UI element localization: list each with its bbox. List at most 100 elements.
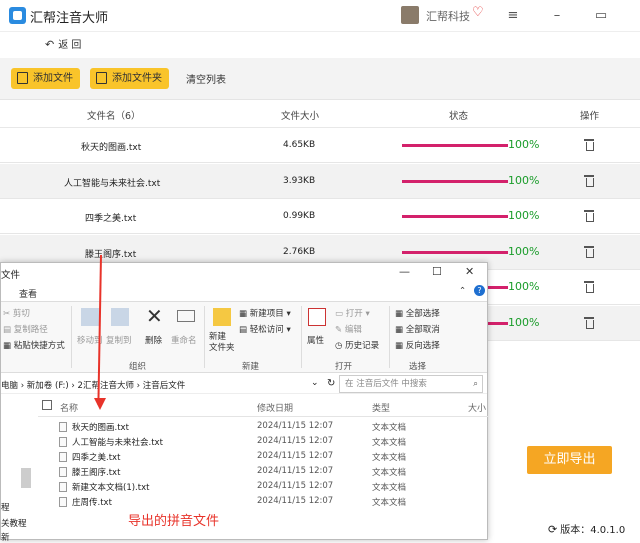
col-size: 文件大小 [281, 111, 320, 122]
tab-view[interactable]: 查看 [19, 287, 37, 300]
user-avatar[interactable] [401, 6, 419, 24]
select-all-button[interactable]: ▦ 全部选择 [395, 307, 440, 319]
scrollbar-thumb[interactable] [21, 468, 31, 488]
col-type[interactable]: 类型 [372, 401, 390, 414]
file-explorer-window: 文件 — ☐ ✕ 查看 ⌃ ? ✂ 剪切 ▤ 复制路径 ▦ 粘贴快捷方式 移动到… [0, 262, 488, 543]
open-button[interactable]: ▭ 打开 ▾ [335, 307, 370, 319]
add-file-button[interactable]: 添加文件 [11, 68, 80, 89]
invert-selection-button[interactable]: ▦ 反向选择 [395, 339, 440, 351]
list-item[interactable]: 人工智能与未来社会.txt 2024/11/15 12:07 文本文档 [38, 435, 488, 450]
app-title-bar: 汇帮注音大师 汇帮科技 ♡ ≡ – ▭ [0, 0, 640, 32]
cut-button[interactable]: ✂ 剪切 [3, 307, 30, 319]
file-size: 4.65KB [283, 140, 316, 150]
minimize-icon[interactable]: — [399, 265, 410, 278]
col-status: 状态 [449, 111, 469, 122]
delete-icon: ✕ [146, 304, 163, 328]
progress-bar [402, 215, 508, 218]
text-file-icon [59, 452, 67, 462]
group-select: 选择 [409, 362, 427, 372]
address-dropdown-icon[interactable]: ⌄ [311, 378, 319, 388]
sidebar-item[interactable]: 关教程 [1, 517, 27, 529]
col-size[interactable]: 大小 [468, 401, 486, 414]
edit-button[interactable]: ✎ 编辑 [335, 323, 362, 335]
table-row[interactable]: 人工智能与未来社会.txt 3.93KB 100% [0, 164, 640, 199]
maximize-icon[interactable]: ▭ [591, 6, 611, 26]
list-item[interactable]: 庄周传.txt 2024/11/15 12:07 文本文档 [38, 495, 488, 510]
export-button[interactable]: 立即导出 [527, 446, 612, 474]
progress-text: 100% [508, 209, 540, 222]
move-to-icon [81, 308, 99, 326]
copy-path-button[interactable]: ▤ 复制路径 [3, 323, 48, 335]
list-item[interactable]: 四季之美.txt 2024/11/15 12:07 文本文档 [38, 450, 488, 465]
new-folder-button[interactable]: 新建 文件夹 [209, 332, 235, 354]
properties-button[interactable]: 属性 [307, 334, 324, 346]
new-item-button[interactable]: ▦ 新建项目 ▾ [239, 307, 291, 319]
list-item[interactable]: 新建文本文档(1).txt 2024/11/15 12:07 文本文档 [38, 480, 488, 495]
trash-icon[interactable] [584, 175, 594, 187]
properties-icon [308, 308, 326, 326]
select-all-checkbox[interactable] [42, 400, 52, 410]
select-none-button[interactable]: ▦ 全部取消 [395, 323, 440, 335]
text-file-icon [59, 497, 67, 507]
trash-icon[interactable] [584, 246, 594, 258]
annotation-arrow-head [94, 398, 106, 410]
col-date[interactable]: 修改日期 [257, 401, 293, 414]
col-action: 操作 [580, 111, 600, 122]
paste-shortcut-button[interactable]: ▦ 粘贴快捷方式 [3, 339, 65, 351]
search-input[interactable]: 在 注音后文件 中搜索 ⌕ [339, 375, 483, 393]
heart-icon[interactable]: ♡ [472, 5, 484, 20]
progress-bar [402, 251, 508, 254]
file-name: 四季之美.txt [85, 214, 137, 224]
file-size: 0.99KB [283, 211, 316, 221]
clear-list-button[interactable]: 清空列表 [186, 71, 226, 86]
list-item[interactable]: 滕王阁序.txt 2024/11/15 12:07 文本文档 [38, 465, 488, 480]
rename-icon [177, 310, 195, 322]
delete-button[interactable]: 删除 [145, 334, 162, 346]
maximize-icon[interactable]: ☐ [432, 265, 442, 278]
trash-icon[interactable] [584, 317, 594, 329]
file-name: 人工智能与未来社会.txt [64, 179, 161, 189]
file-size: 3.93KB [283, 176, 316, 186]
text-file-icon [59, 422, 67, 432]
text-file-icon [59, 467, 67, 477]
close-icon[interactable]: ✕ [465, 265, 474, 278]
progress-text: 100% [508, 280, 540, 293]
col-name: 文件名（6） [87, 111, 141, 122]
explorer-title: 文件 [1, 270, 21, 281]
back-button[interactable]: ↶ 返 回 [45, 36, 81, 54]
app-logo-icon [9, 7, 26, 24]
help-icon[interactable]: ? [474, 285, 485, 296]
progress-bar [402, 144, 508, 147]
minimize-icon[interactable]: – [547, 6, 567, 26]
trash-icon[interactable] [584, 139, 594, 151]
copy-to-button[interactable]: 复制到 [106, 334, 132, 346]
text-file-icon [59, 437, 67, 447]
list-item[interactable]: 秋天的图画.txt 2024/11/15 12:07 文本文档 [38, 420, 488, 435]
menu-icon[interactable]: ≡ [503, 6, 523, 26]
version-info: ⟳ 版本：4.0.1.0 [548, 523, 626, 536]
trash-icon[interactable] [584, 210, 594, 222]
col-name[interactable]: 名称 [60, 401, 78, 414]
sidebar-item[interactable]: 新 [1, 531, 10, 543]
copy-to-icon [111, 308, 129, 326]
collapse-ribbon-icon[interactable]: ⌃ [459, 286, 466, 296]
annotation-text: 导出的拼音文件 [128, 514, 220, 529]
sidebar-item[interactable]: 程 [1, 501, 10, 513]
add-folder-button[interactable]: 添加文件夹 [90, 68, 169, 89]
rename-button[interactable]: 重命名 [171, 334, 197, 346]
group-new: 新建 [242, 362, 260, 372]
file-name: 秋天的图画.txt [81, 143, 142, 153]
file-name: 滕王阁序.txt [85, 250, 137, 260]
easy-access-button[interactable]: ▤ 轻松访问 ▾ [239, 323, 291, 335]
table-row[interactable]: 四季之美.txt 0.99KB 100% [0, 199, 640, 234]
history-button[interactable]: ◷ 历史记录 [335, 339, 379, 351]
brand-name: 汇帮科技 [426, 10, 470, 23]
refresh-icon[interactable]: ↻ [327, 378, 335, 389]
toolbar: 添加文件 添加文件夹 [0, 58, 640, 100]
table-row[interactable]: 秋天的图画.txt 4.65KB 100% [0, 128, 640, 163]
trash-icon[interactable] [584, 281, 594, 293]
app-title: 汇帮注音大师 [30, 11, 109, 26]
progress-text: 100% [508, 245, 540, 258]
refresh-icon: ⟳ [548, 523, 558, 536]
file-icon [17, 72, 28, 84]
